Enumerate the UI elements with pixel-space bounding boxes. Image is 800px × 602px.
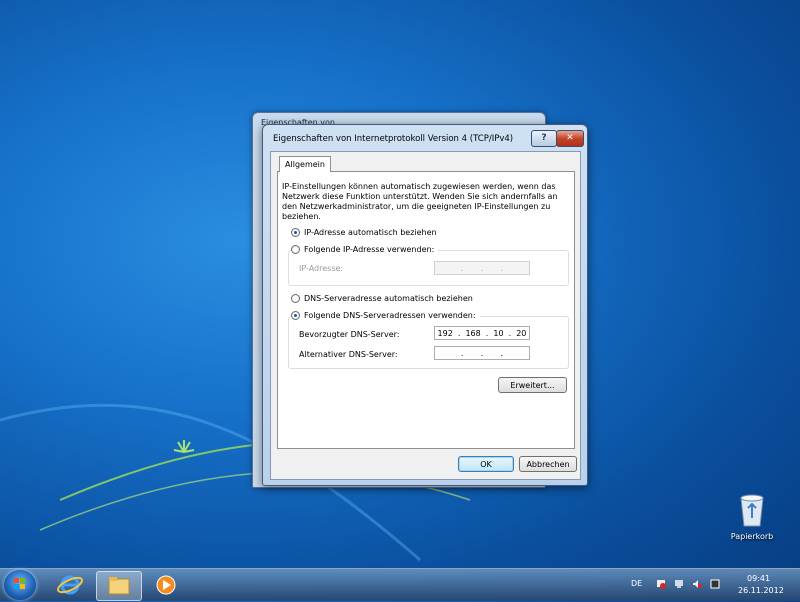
dns-manual-option[interactable]: Folgende DNS-Serveradressen verwenden: [291, 311, 480, 320]
taskbar-media-player[interactable] [144, 571, 188, 599]
ip-manual-option[interactable]: Folgende IP-Adresse verwenden: [291, 245, 439, 254]
windows-logo-icon [14, 578, 25, 589]
taskbar: DE 09:41 26.11.2012 [0, 568, 800, 601]
clock-date[interactable]: 26.11.2012 [738, 586, 784, 595]
dns-manual-label: Folgende DNS-Serveradressen verwenden: [304, 311, 476, 320]
dialog-title: Eigenschaften von Internetprotokoll Vers… [273, 134, 514, 144]
dialog-client-area: Allgemein IP-Einstellungen können automa… [270, 151, 581, 480]
ok-button[interactable]: OK [458, 456, 514, 472]
alternate-dns-input[interactable]: ... [434, 346, 530, 360]
dns-groupbox [288, 316, 569, 369]
start-orb[interactable] [4, 570, 36, 600]
dns-auto-label: DNS-Serveradresse automatisch beziehen [304, 294, 473, 303]
ip-auto-radio[interactable] [291, 228, 300, 237]
ip-address-input[interactable]: ... [434, 261, 530, 275]
explorer-folder-icon [108, 577, 130, 595]
volume-icon[interactable] [692, 579, 702, 589]
info-text: IP-Einstellungen können automatisch zuge… [282, 182, 558, 221]
action-center-icon[interactable] [656, 579, 666, 589]
ip-manual-label: Folgende IP-Adresse verwenden: [304, 245, 435, 254]
cancel-button[interactable]: Abbrechen [519, 456, 577, 472]
tab-allgemein[interactable]: Allgemein [279, 156, 331, 172]
help-button[interactable]: ? [531, 130, 557, 147]
recycle-bin-label: Papierkorb [730, 532, 774, 541]
ip-manual-radio[interactable] [291, 245, 300, 254]
tray-app-icon[interactable] [710, 579, 720, 589]
preferred-dns-input[interactable]: 192. 168. 10. 20 [434, 326, 530, 340]
clock-time[interactable]: 09:41 [747, 574, 770, 583]
recycle-bin-icon [740, 494, 764, 527]
recycle-bin[interactable]: Papierkorb [724, 492, 780, 541]
media-player-icon [156, 575, 176, 595]
taskbar-internet-explorer[interactable] [48, 571, 92, 599]
network-icon[interactable] [674, 579, 684, 589]
dns-manual-radio[interactable] [291, 311, 300, 320]
ip-auto-label: IP-Adresse automatisch beziehen [304, 228, 437, 237]
alternate-dns-label: Alternativer DNS-Server: [299, 350, 398, 359]
ipv4-properties-dialog[interactable]: Eigenschaften von Internetprotokoll Vers… [262, 124, 588, 486]
internet-explorer-icon [57, 575, 83, 595]
taskbar-explorer[interactable] [96, 571, 142, 601]
ip-address-label: IP-Adresse: [299, 264, 344, 273]
ip-auto-option[interactable]: IP-Adresse automatisch beziehen [291, 228, 437, 237]
close-button[interactable]: ✕ [556, 130, 584, 147]
language-indicator[interactable]: DE [631, 579, 642, 588]
advanced-button[interactable]: Erweitert... [498, 377, 567, 393]
dns-auto-radio[interactable] [291, 294, 300, 303]
dns-auto-option[interactable]: DNS-Serveradresse automatisch beziehen [291, 294, 473, 303]
preferred-dns-label: Bevorzugter DNS-Server: [299, 330, 400, 339]
